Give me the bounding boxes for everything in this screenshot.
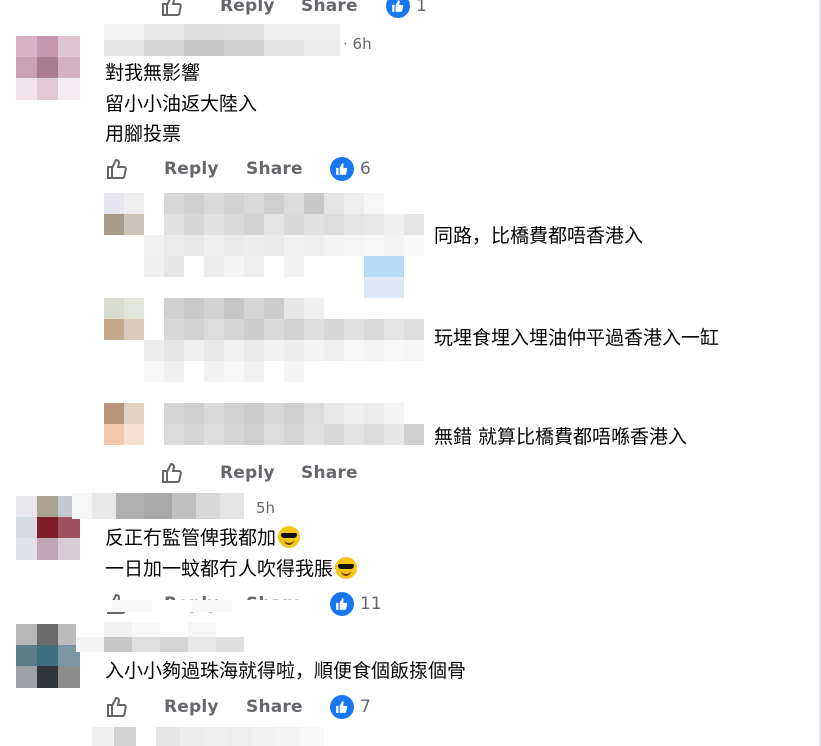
comment-text-line: 一日加一蚊都冇人吹得我脹 [105,554,358,581]
like-count: 6 [360,159,371,179]
sunglasses-emoji-icon [335,557,358,579]
like-count: 11 [360,594,382,614]
comment-text-line: 反正冇監管俾我都加 [105,523,301,550]
reply-link[interactable]: Reply [164,697,219,717]
reply-redacted-block [104,193,424,298]
reply-link[interactable]: Reply [220,0,275,16]
like-badge-icon [330,592,354,616]
thumbs-up-outline-icon[interactable] [160,0,184,18]
comment-timestamp[interactable]: 5h [256,499,275,517]
share-link[interactable]: Share [301,0,358,16]
share-link[interactable]: Share [301,463,358,483]
next-reply-redacted [92,727,324,746]
reply-link[interactable]: Reply [164,159,219,179]
thumbs-up-outline-icon[interactable] [105,157,129,181]
author-name-redacted[interactable] [76,622,244,652]
like-badge-icon [386,0,410,18]
author-name-redacted[interactable] [104,24,340,56]
author-name-redacted[interactable] [72,493,244,519]
reply-redacted-block [104,298,424,382]
reply-text: 玩埋食埋入埋油仲平過香港入一缸 [434,327,720,349]
reply-text: 同路，比橋費都唔香港入 [434,225,644,247]
share-link[interactable]: Share [246,697,303,717]
thumbs-up-outline-icon[interactable] [160,461,184,485]
comment-text-line: 對我無影響 [105,62,201,84]
reply-text: 無錯 就算比橋費都唔喺香港入 [434,426,688,448]
thumbs-up-outline-icon[interactable] [105,695,129,719]
avatar[interactable] [16,496,80,560]
avatar[interactable] [16,36,80,100]
like-badge-icon [330,157,354,181]
comment-text-line: 入小小夠過珠海就得啦，順便食個飯揼個骨 [105,660,467,682]
comment-timestamp[interactable]: · 6h [343,35,372,53]
reply-link[interactable]: Reply [220,463,275,483]
avatar[interactable] [16,624,80,688]
comment-text-line: 留小小油返大陸入 [105,93,258,115]
share-link[interactable]: Share [246,159,303,179]
sunglasses-emoji-icon [278,526,301,548]
redacted-overlay [72,600,312,612]
like-count: 1 [416,0,427,16]
reply-redacted-block [104,403,424,445]
comment-text-line: 用腳投票 [105,123,182,145]
like-badge-icon [330,695,354,719]
like-count: 7 [360,697,371,717]
